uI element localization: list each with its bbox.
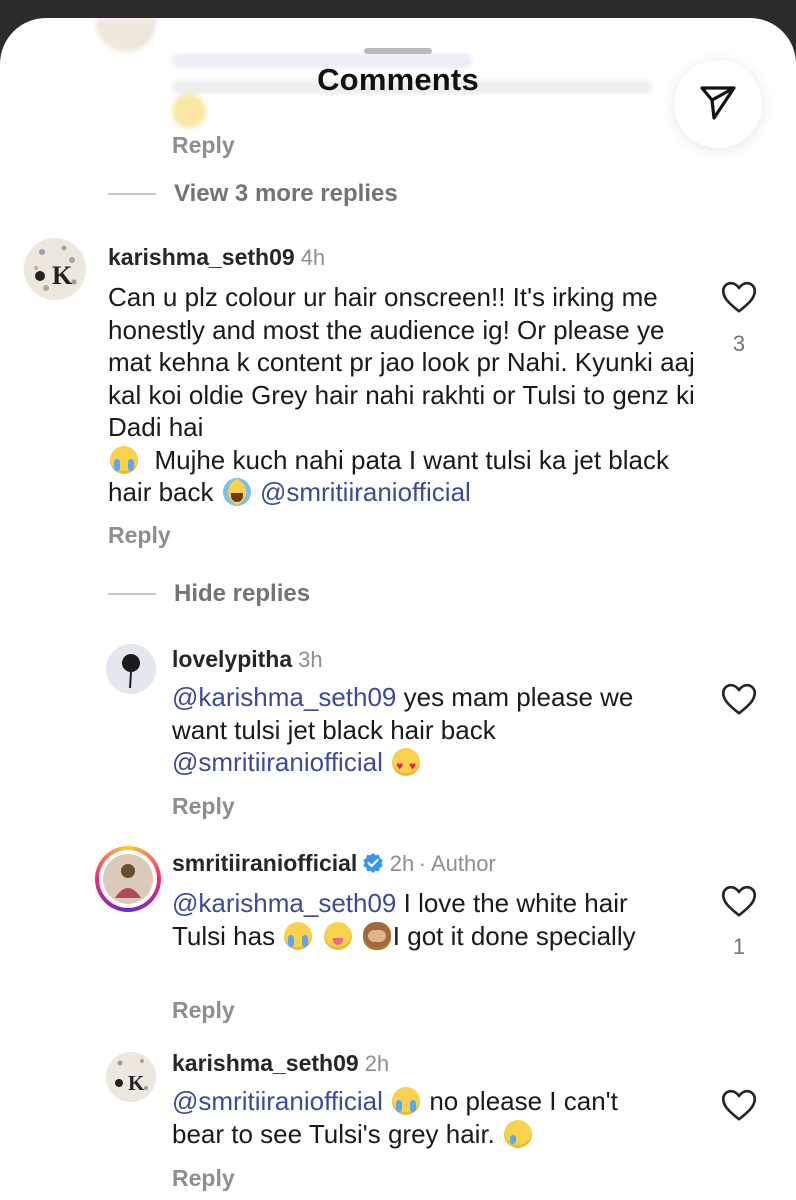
see-no-evil-monkey-emoji-icon [362,921,391,950]
reply-button-prev[interactable]: Reply [172,132,235,159]
crying-face-emoji-icon [504,1119,533,1148]
reply-time: 2h [389,851,415,876]
comment-time: 4h [300,245,326,270]
reply-text: @smritiiraniofficial no please I can't b… [172,1085,642,1150]
username[interactable]: lovelypitha [172,646,292,672]
heart-eyes-emoji-icon [392,748,421,783]
heart-icon [721,683,757,715]
reply-smritiiraniofficial: smritiiraniofficial 2h · Author @karishm… [172,850,712,952]
like-count: 3 [732,331,746,356]
share-button[interactable] [674,60,762,148]
tears-of-joy-emoji-icon [110,445,138,474]
reply-button[interactable]: Reply [172,997,235,1024]
avatar-lovelypitha-icon [106,644,156,694]
author-tag: · Author [418,851,496,876]
reply-text: @karishma_seth09 I love the white hair T… [172,887,642,952]
like-button[interactable] [721,682,757,716]
faded-avatar [96,18,156,52]
comment-text: Can u plz colour ur hair onscreen!! It's… [108,281,708,509]
like-count: 1 [732,934,746,959]
comment-text-part1: Can u plz colour ur hair onscreen!! It's… [108,282,695,442]
like-button[interactable] [721,280,757,314]
avatar[interactable]: K [106,1052,156,1102]
hide-replies-label: Hide replies [174,580,311,607]
avatar[interactable] [106,644,156,694]
reply-time: 3h [298,647,323,672]
avatar-karishma-icon: K [106,1052,156,1102]
reply-text-part2: I got it done specially [392,920,636,951]
faded-emoji [172,94,206,128]
like-button[interactable] [721,884,757,918]
zany-face-emoji-icon [323,921,352,950]
reply-button[interactable]: Reply [108,522,171,549]
reply-text: @karishma_seth09 yes mam please we want … [172,681,692,783]
loudly-crying-emoji-icon [222,478,251,506]
username[interactable]: karishma_seth09 [172,1050,359,1076]
like-button[interactable] [721,1088,757,1122]
mention-link[interactable]: @smritiiraniofficial [172,1086,383,1116]
reply-button[interactable]: Reply [172,793,235,820]
mention-link[interactable]: @smritiiraniofficial [260,477,471,507]
mention-link[interactable]: @karishma_seth09 [172,888,396,918]
tears-of-joy-emoji-icon [284,921,313,950]
avatar-smriti-icon [103,854,153,904]
hide-replies-button[interactable]: Hide replies [108,580,310,608]
verified-badge-icon [362,852,384,879]
username[interactable]: smritiiraniofficial [172,850,357,876]
tears-of-joy-emoji-icon [392,1087,421,1115]
thread-line [108,593,156,595]
avatar-story-ring[interactable] [95,846,161,912]
heart-icon [721,885,757,917]
heart-icon [721,281,757,313]
reply-lovelypitha: lovelypitha 3h @karishma_seth09 yes mam p… [172,646,692,783]
send-icon [698,82,738,127]
view-more-replies[interactable]: View 3 more replies [108,180,398,208]
reply-button[interactable]: Reply [172,1165,235,1192]
avatar-karishma-icon: K [24,238,86,300]
mention-link[interactable]: @karishma_seth09 [172,682,396,712]
svg-text:K: K [52,261,73,290]
mention-link[interactable]: @smritiiraniofficial [172,747,383,777]
drag-handle[interactable] [364,48,432,54]
username[interactable]: karishma_seth09 [108,244,295,270]
heart-icon [721,1089,757,1121]
view-more-label: View 3 more replies [174,180,398,207]
avatar[interactable]: K [24,238,86,300]
reply-time: 2h [364,1051,390,1076]
comment-karishma: karishma_seth09 4h Can u plz colour ur ha… [108,244,708,509]
reply-karishma: karishma_seth09 2h @smritiiraniofficial n… [172,1050,692,1150]
thread-line [108,193,156,195]
svg-text:K: K [128,1071,145,1095]
